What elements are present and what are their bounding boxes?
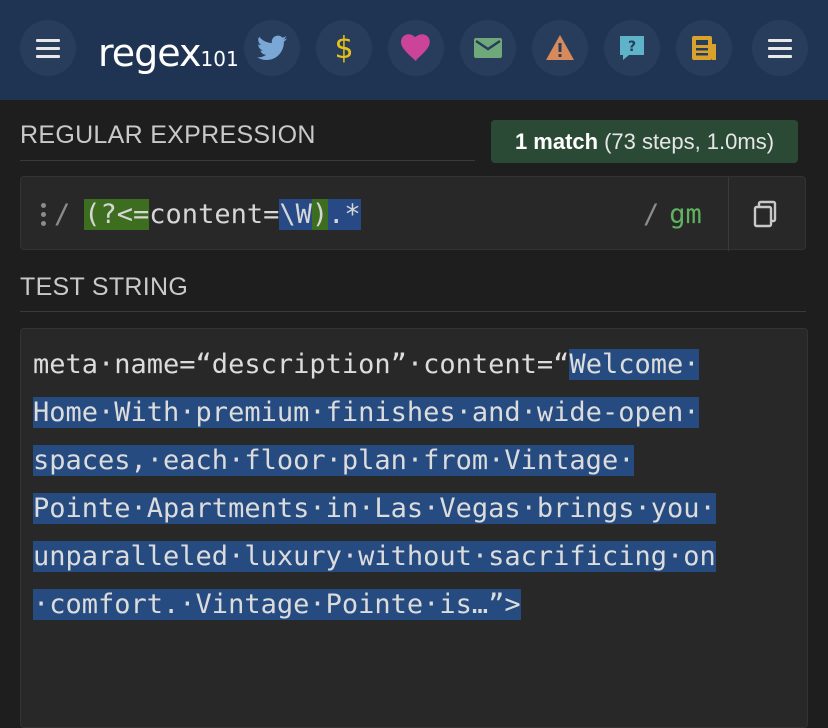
sponsor-button[interactable] — [388, 20, 444, 76]
match-highlight: ·comfort.·Vintage·Pointe·is…”> — [33, 589, 521, 620]
match-highlight: unparalleled·luxury·without·sacrificing·… — [33, 541, 716, 572]
news-button[interactable] — [676, 20, 732, 76]
settings-menu-button[interactable] — [752, 20, 808, 76]
regex-input[interactable]: / (?<= content= \W) .* / gm — [20, 176, 806, 251]
mail-icon — [474, 38, 502, 58]
match-highlight: Welcome· — [569, 349, 700, 380]
copy-icon[interactable] — [752, 200, 778, 228]
section-divider — [20, 311, 806, 312]
help-icon: ? — [620, 36, 644, 60]
dot-star-token: .* — [328, 198, 361, 230]
match-count: 1 match — [514, 128, 599, 154]
hamburger-icon — [768, 38, 792, 58]
test-line: unparalleled·luxury·without·sacrificing·… — [33, 534, 716, 580]
lookbehind-group-open: (?<= — [84, 198, 150, 230]
test-line: Pointe·Apartments·in·Las·Vegas·brings·yo… — [33, 486, 716, 532]
test-line: Home·With·premium·finishes·and·wide-open… — [33, 390, 700, 436]
section-divider — [20, 160, 475, 161]
match-highlight: spaces,·each·floor·plan·from·Vintage· — [33, 445, 635, 476]
non-word-token: \W — [279, 198, 312, 230]
literal-text: content= — [149, 198, 280, 230]
donate-button[interactable]: $ — [316, 20, 372, 76]
hamburger-icon — [36, 38, 60, 58]
copy-divider — [728, 177, 729, 251]
svg-text:?: ? — [628, 39, 636, 55]
contact-button[interactable] — [460, 20, 516, 76]
flags-delimiter: / — [643, 198, 660, 230]
match-detail: (73 steps, 1.0ms) — [604, 128, 775, 154]
regex-pattern: / (?<= content= \W) .* — [41, 177, 361, 251]
logo[interactable]: regex101 — [98, 28, 239, 84]
twitter-button[interactable] — [244, 20, 300, 76]
test-line: spaces,·each·floor·plan·from·Vintage· — [33, 438, 635, 484]
unmatched-text: meta·name=“description”·content=“ — [33, 349, 570, 380]
logo-version: 101 — [200, 47, 239, 71]
flags-value: gm — [669, 198, 702, 230]
logo-text: regex — [98, 31, 201, 75]
match-highlight: Home·With·premium·finishes·and·wide-open… — [33, 397, 700, 428]
regex-delimiter: / — [54, 198, 71, 230]
test-line: meta·name=“description”·content=“Welcome… — [33, 342, 700, 388]
help-button[interactable]: ? — [604, 20, 660, 76]
warning-icon — [546, 35, 574, 60]
test-section-title: TEST STRING — [20, 273, 189, 301]
test-line: ·comfort.·Vintage·Pointe·is…”> — [33, 582, 521, 628]
match-info-badge[interactable]: 1 match (73 steps, 1.0ms) — [491, 120, 798, 163]
report-button[interactable] — [532, 20, 588, 76]
regex-flags[interactable]: / gm — [643, 177, 702, 251]
dollar-icon: $ — [334, 30, 354, 66]
regex-section-title: REGULAR EXPRESSION — [20, 121, 316, 149]
twitter-icon — [257, 35, 287, 60]
heart-icon — [401, 34, 430, 62]
test-string-input[interactable]: meta·name=“description”·content=“Welcome… — [20, 328, 808, 728]
lookbehind-group-close: ) — [311, 198, 329, 230]
menu-button[interactable] — [20, 20, 76, 76]
match-highlight: Pointe·Apartments·in·Las·Vegas·brings·yo… — [33, 493, 716, 524]
top-nav-bar: regex101 $ ? — [0, 0, 828, 100]
news-icon — [692, 36, 716, 60]
drag-handle-icon[interactable] — [41, 202, 46, 226]
